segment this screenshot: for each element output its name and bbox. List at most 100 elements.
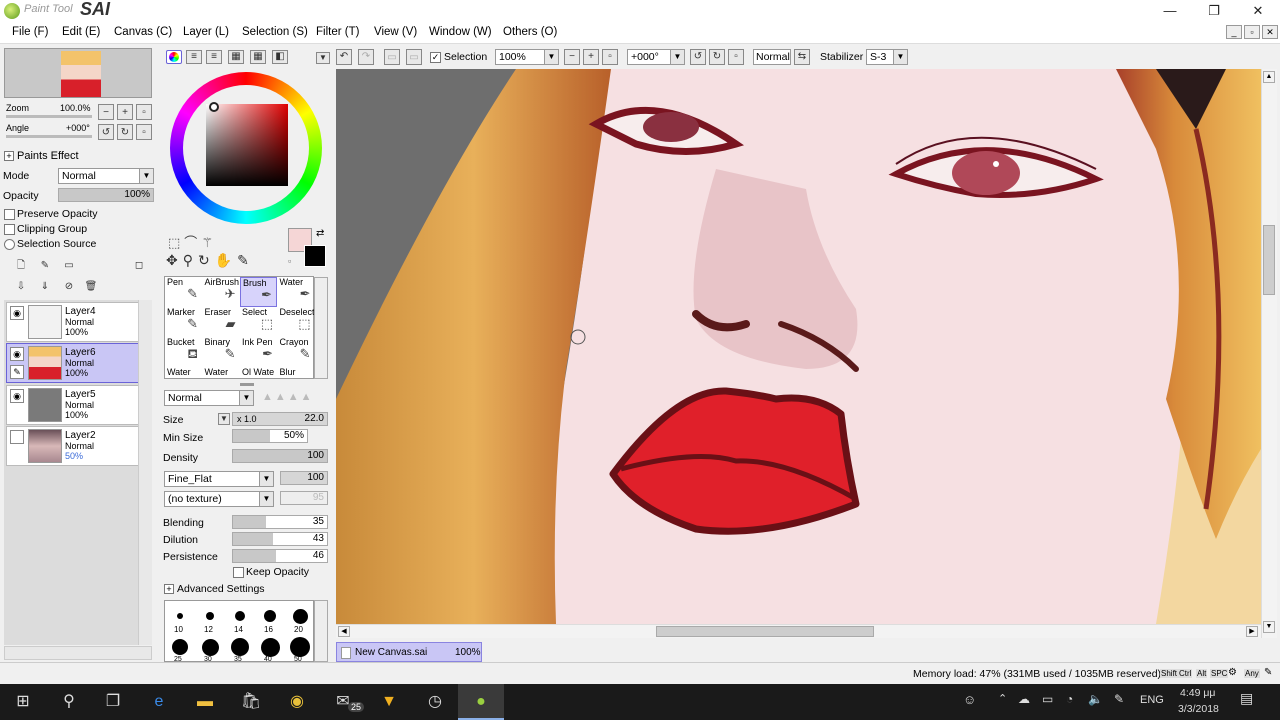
edge-browser-icon[interactable]: e [136, 684, 182, 720]
view-blend-select[interactable]: Normal [753, 49, 791, 65]
chevron-up-icon[interactable]: ⌃ [998, 692, 1007, 705]
tool-marker[interactable]: Marker ✎ [165, 307, 202, 337]
zoom-in-icon[interactable]: + [117, 104, 133, 120]
menu-layer[interactable]: Layer (L) [183, 26, 229, 38]
scroll-up-icon[interactable]: ▲ [1263, 71, 1275, 83]
brush-preset-dot[interactable] [264, 610, 276, 622]
expand-icon[interactable]: + [4, 151, 14, 161]
brush-preset-dot[interactable] [260, 637, 280, 657]
saturation-value-square[interactable] [206, 104, 288, 186]
eye-icon[interactable]: ◉ [10, 347, 24, 361]
brush-shape-icons[interactable]: ▲▲▲▲ [262, 391, 314, 403]
selection-source-radio[interactable] [4, 239, 15, 250]
canvas-vscrollbar[interactable]: ▲ ▼ [1261, 69, 1277, 638]
scroll-left-icon[interactable]: ◀ [338, 626, 350, 637]
mdi-minimize-button[interactable]: _ [1226, 25, 1242, 39]
density-slider[interactable]: 100 [232, 449, 328, 463]
rotate-left-icon[interactable]: ↺ [98, 124, 114, 140]
rotate-reset-icon[interactable]: ▫ [136, 124, 152, 140]
network-icon[interactable]: ◔ [1066, 692, 1073, 706]
brush-preset-dot[interactable] [231, 638, 249, 656]
brush-preset-dot[interactable] [206, 612, 214, 620]
maximize-button[interactable]: ❐ [1192, 0, 1236, 22]
zoom-select[interactable]: 100% ▼ [495, 49, 559, 65]
brush-preset-dot[interactable] [172, 639, 188, 655]
action-center-icon[interactable]: ▤ [1240, 690, 1253, 707]
layer-item-layer4[interactable]: ◉ Layer4 Normal 100% [6, 302, 140, 342]
new-linework-layer-icon[interactable]: ✎ [36, 258, 54, 276]
redo-icon[interactable]: ↷ [358, 49, 374, 65]
size-mult-dropdown[interactable]: ▼ [218, 413, 230, 425]
navigator-preview[interactable] [4, 48, 152, 98]
dilution-slider[interactable]: 43 [232, 532, 328, 546]
menu-file[interactable]: File (F) [12, 26, 48, 38]
canvas-tab[interactable]: New Canvas.sai 100% [336, 642, 482, 662]
cloud-icon[interactable]: ☁ [1018, 692, 1030, 706]
language-indicator[interactable]: ENG [1140, 694, 1164, 706]
scroll-right-icon[interactable]: ▶ [1246, 626, 1258, 637]
layer-hscrollbar[interactable] [4, 646, 152, 660]
color-mixer-tab[interactable]: ▦ [228, 50, 244, 64]
canvas-hscrollbar[interactable]: ◀ ▶ [336, 624, 1261, 638]
clock-date[interactable]: 3/3/2018 [1178, 703, 1219, 715]
merge-layer-icon[interactable]: ⇩ [12, 279, 30, 297]
brush-blend-select[interactable]: Normal ▼ [164, 390, 254, 406]
file-explorer-icon[interactable]: ▬ [182, 684, 228, 720]
blending-slider[interactable]: 35 [232, 515, 328, 529]
shape-strength-slider[interactable]: 100 [280, 471, 328, 485]
new-folder-icon[interactable]: ▭ [60, 258, 78, 276]
zoom-out-icon[interactable]: − [564, 49, 580, 65]
tool-brush[interactable]: Brush ✒ [240, 277, 277, 307]
eye-icon[interactable]: ◉ [10, 306, 24, 320]
zoom-reset-icon[interactable]: ▫ [602, 49, 618, 65]
store-icon[interactable]: 🛍 [228, 684, 274, 720]
layer-item-layer6[interactable]: ◉ ✎ Layer6 Normal 100% [6, 343, 140, 383]
tool-ink-pen[interactable]: Ink Pen ✒ [240, 337, 277, 367]
transfer-layer-icon[interactable]: ⇓ [36, 279, 54, 297]
menu-selection[interactable]: Selection (S) [242, 26, 308, 38]
tool-crayon[interactable]: Crayon ✎ [278, 337, 315, 367]
tool-binary[interactable]: Binary ✎ [203, 337, 240, 367]
brush-shape-select[interactable]: Fine_Flat ▼ [164, 471, 274, 487]
color-wheel-tab[interactable] [166, 50, 182, 64]
clear-layer-icon[interactable]: ⊘ [60, 279, 78, 297]
eye-icon[interactable]: ◉ [10, 389, 24, 403]
zoom-in-icon[interactable]: + [583, 49, 599, 65]
tool-airbrush[interactable]: AirBrush ✈ [203, 277, 240, 307]
flip-view-icon[interactable]: ⇆ [794, 49, 810, 65]
selection-visible-checkbox[interactable]: ✓ [430, 52, 441, 63]
tool-deselect[interactable]: Deselect ⬚ [278, 307, 315, 337]
eyedropper-icon[interactable]: ✎ [237, 252, 254, 268]
panel-resize-handle[interactable] [240, 383, 254, 386]
zoom-reset-icon[interactable]: ▫ [136, 104, 152, 120]
invert-selection-icon[interactable]: ▭ [406, 49, 422, 65]
angle-select[interactable]: +000° ▼ [627, 49, 685, 65]
layer-scrollbar[interactable] [138, 300, 152, 645]
zoom-icon[interactable]: ⚲ [183, 252, 198, 268]
volume-icon[interactable]: 🔈 [1088, 692, 1103, 706]
delete-layer-icon[interactable]: 🗑 [82, 279, 100, 297]
drawing-canvas[interactable] [336, 69, 1261, 624]
clock-time[interactable]: 4:49 μμ [1180, 687, 1215, 699]
color-picker-marker[interactable] [209, 102, 219, 112]
panel-menu-icon[interactable]: ▼ [316, 52, 330, 64]
zoom-slider[interactable] [6, 115, 92, 118]
advanced-settings-label[interactable]: Advanced Settings [177, 583, 265, 595]
layer-opacity-slider[interactable]: 100% [58, 188, 154, 202]
brush-preset-dot[interactable] [201, 638, 219, 656]
persistence-slider[interactable]: 46 [232, 549, 328, 563]
new-layer-icon[interactable]: 🗋 [12, 258, 30, 276]
brush-texture-select[interactable]: (no texture) ▼ [164, 491, 274, 507]
brush-preset-dot[interactable] [292, 608, 308, 624]
menu-view[interactable]: View (V) [374, 26, 417, 38]
eye-icon[interactable]: ◉ [10, 430, 24, 444]
hsv-slider-tab[interactable]: ≡ [206, 50, 222, 64]
scroll-down-icon[interactable]: ▼ [1263, 621, 1275, 633]
minimize-button[interactable]: — [1148, 0, 1192, 22]
zoom-out-icon[interactable]: − [98, 104, 114, 120]
rgb-slider-tab[interactable]: ≡ [186, 50, 202, 64]
clock-app-icon[interactable]: ◷ [412, 684, 458, 720]
tool-eraser[interactable]: Eraser ▰ [203, 307, 240, 337]
brush-preset-dot[interactable] [290, 637, 310, 657]
hscroll-thumb[interactable] [656, 626, 874, 637]
